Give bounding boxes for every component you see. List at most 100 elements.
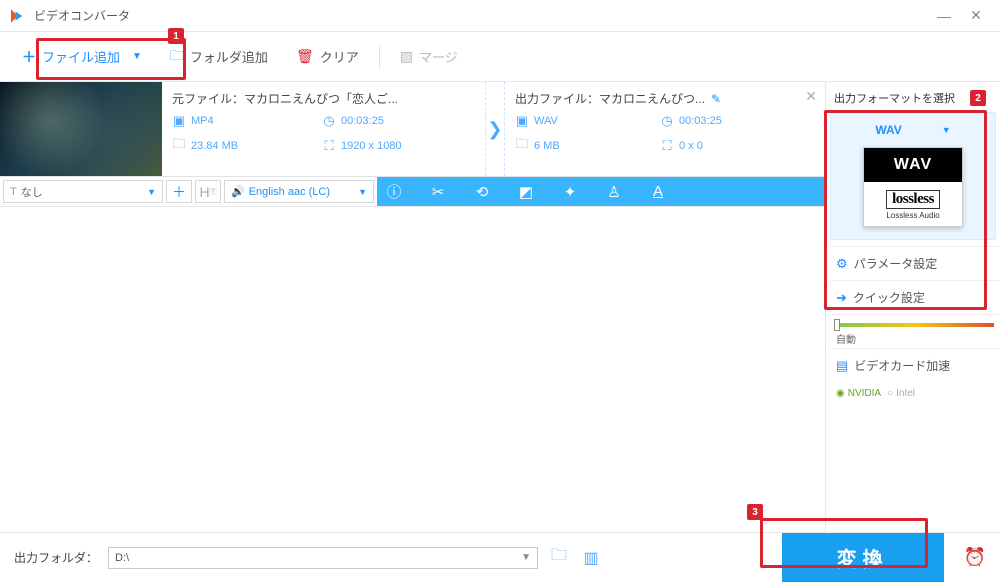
source-label-prefix: 元ファイル： [172, 92, 244, 106]
chevron-down-icon: ▼ [521, 552, 531, 563]
app-title: ビデオコンバータ [34, 7, 928, 24]
video-thumbnail[interactable] [0, 82, 162, 176]
rotate-icon[interactable]: ⟲ [473, 183, 491, 201]
source-format: MP4 [191, 115, 214, 127]
gpu-accel-button[interactable]: ▤ ビデオカード加速 [830, 348, 1000, 382]
subtitle-h-button[interactable]: HⓉ [195, 180, 221, 203]
output-folder-label: 出力フォルダ： [14, 549, 98, 566]
nvidia-icon: ◉ [836, 388, 845, 399]
source-info: 元ファイル：マカロニえんぴつ「恋人ご... ▣ MP4 ◷ 00:03:25 🗀 23… [162, 82, 485, 176]
watermark-icon[interactable]: ♙ [605, 183, 623, 201]
folder-icon: 🗀 [515, 135, 529, 157]
minimize-button[interactable]: — [928, 8, 960, 24]
subtitle-edit-icon[interactable]: A [649, 183, 667, 200]
separator [379, 45, 380, 69]
toolbar: ＋ ファイル追加 ▼ 🗀 フォルダ追加 🗑 クリア ▧ マージ [0, 32, 1000, 82]
format-icon: ▣ [515, 113, 529, 129]
quick-settings-label: クイック設定 [853, 289, 925, 306]
plus-icon: ＋ [22, 47, 36, 67]
nvidia-label: NVIDIA [848, 388, 881, 399]
chevron-down-icon: ▼ [147, 187, 156, 197]
output-format: WAV [534, 115, 558, 127]
format-card-title: WAV [864, 148, 962, 182]
output-folder-dropdown[interactable]: D:\ ▼ [108, 547, 538, 569]
quick-settings-button[interactable]: ➜ クイック設定 [830, 280, 1000, 314]
gpu-accel-label: ビデオカード加速 [854, 357, 950, 374]
format-name: WAV [875, 123, 901, 137]
merge-icon: ▧ [400, 48, 413, 65]
badge-1: 1 [168, 28, 184, 44]
intel-label: Intel [896, 388, 915, 399]
format-card[interactable]: WAV lossless Lossless Audio [863, 147, 963, 227]
intel-icon: ○ [887, 388, 893, 399]
audio-track-value: English aac (LC) [249, 186, 354, 198]
quality-slider[interactable]: 自動 [830, 314, 1000, 348]
clock-icon: ◷ [322, 113, 336, 129]
chevron-down-icon: ▼ [942, 125, 951, 135]
parameter-settings-label: パラメータ設定 [854, 255, 938, 272]
content-area: 元ファイル：マカロニえんぴつ「恋人ご... ▣ MP4 ◷ 00:03:25 🗀 23… [0, 82, 825, 532]
chevron-down-icon: ▼ [132, 51, 142, 62]
merge-button[interactable]: ▧ マージ [386, 41, 472, 72]
speaker-icon: 🔊 [231, 185, 245, 198]
format-icon: ▣ [172, 113, 186, 129]
output-label-prefix: 出力ファイル： [515, 92, 599, 106]
cut-icon[interactable]: ✂ [429, 183, 447, 201]
source-size: 23.84 MB [191, 140, 238, 152]
subtitle-value: なし [21, 184, 143, 200]
alarm-icon[interactable]: ⏰ [964, 547, 986, 568]
chevron-down-icon: ▼ [358, 187, 367, 197]
crop-icon[interactable]: ◩ [517, 183, 535, 201]
app-logo-icon [8, 7, 26, 25]
format-dropdown[interactable]: WAV ▼ [837, 123, 989, 137]
add-subtitle-button[interactable]: ＋ [166, 180, 192, 203]
titlebar: ビデオコンバータ — ✕ [0, 0, 1000, 32]
output-folder-path: D:\ [115, 552, 129, 564]
effects-icon[interactable]: ✦ [561, 183, 579, 201]
close-button[interactable]: ✕ [960, 7, 992, 24]
trash-icon: 🗑 [296, 48, 314, 65]
subtitle-t-icon: T [10, 186, 17, 198]
source-filename: マカロニえんぴつ「恋人ご... [244, 92, 398, 106]
chip-icon: ▤ [836, 358, 848, 374]
remove-file-button[interactable]: ✕ [805, 88, 817, 105]
audio-track-dropdown[interactable]: 🔊 English aac (LC) ▼ [224, 180, 374, 203]
sliders-icon: ⚙ [836, 256, 848, 272]
format-selector: WAV ▼ WAV lossless Lossless Audio [830, 112, 996, 240]
file-item: 元ファイル：マカロニえんぴつ「恋人ご... ▣ MP4 ◷ 00:03:25 🗀 23… [0, 82, 825, 177]
merge-label: マージ [419, 47, 458, 66]
source-duration: 00:03:25 [341, 115, 384, 127]
nvidia-chip: ◉NVIDIA [836, 388, 881, 399]
convert-arrow-icon: ❯ [485, 82, 505, 176]
add-file-label: ファイル追加 [42, 47, 120, 66]
folder-icon: 🗀 [172, 135, 186, 157]
badge-2: 2 [970, 90, 986, 106]
info-icon[interactable]: ⓘ [385, 181, 403, 202]
clear-button[interactable]: 🗑 クリア [282, 41, 373, 72]
output-info: 出力ファイル：マカロニえんぴつ... ✎ ▣ WAV ◷ 00:03:25 🗀 6 MB… [505, 82, 805, 176]
subtitle-dropdown[interactable]: T なし ▼ [3, 180, 163, 203]
source-resolution: 1920 x 1080 [341, 140, 402, 152]
browse-button[interactable]: ▥ [580, 548, 602, 568]
bottom-bar: 出力フォルダ： D:\ ▼ 🗀 ▥ 変換 ⏰ [0, 532, 1000, 582]
open-folder-button[interactable]: 🗀 [548, 544, 570, 571]
folder-plus-icon: 🗀 [170, 45, 184, 69]
sidebar: 出力フォーマットを選択 WAV ▼ WAV lossless Lossless … [825, 82, 1000, 532]
quick-icon: ➜ [836, 290, 847, 306]
parameter-settings-button[interactable]: ⚙ パラメータ設定 [830, 246, 1000, 280]
clear-label: クリア [320, 47, 359, 66]
slider-knob[interactable] [834, 319, 840, 331]
edit-filename-button[interactable]: ✎ [711, 92, 721, 106]
edit-bar: T なし ▼ ＋ HⓉ 🔊 English aac (LC) ▼ ⓘ ✂ ⟲ ◩… [0, 177, 825, 207]
format-card-brand: lossless [886, 190, 940, 209]
convert-button[interactable]: 変換 [782, 533, 944, 582]
gpu-vendors: ◉NVIDIA ○Intel [830, 382, 1000, 405]
badge-3: 3 [747, 504, 763, 520]
add-file-button[interactable]: ＋ ファイル追加 ▼ [8, 41, 156, 73]
add-folder-label: フォルダ追加 [190, 47, 268, 66]
clock-icon: ◷ [660, 113, 674, 129]
action-strip: ⓘ ✂ ⟲ ◩ ✦ ♙ A [377, 177, 825, 206]
output-filename: マカロニえんぴつ... [599, 92, 705, 106]
output-duration: 00:03:25 [679, 115, 722, 127]
output-size: 6 MB [534, 140, 560, 152]
